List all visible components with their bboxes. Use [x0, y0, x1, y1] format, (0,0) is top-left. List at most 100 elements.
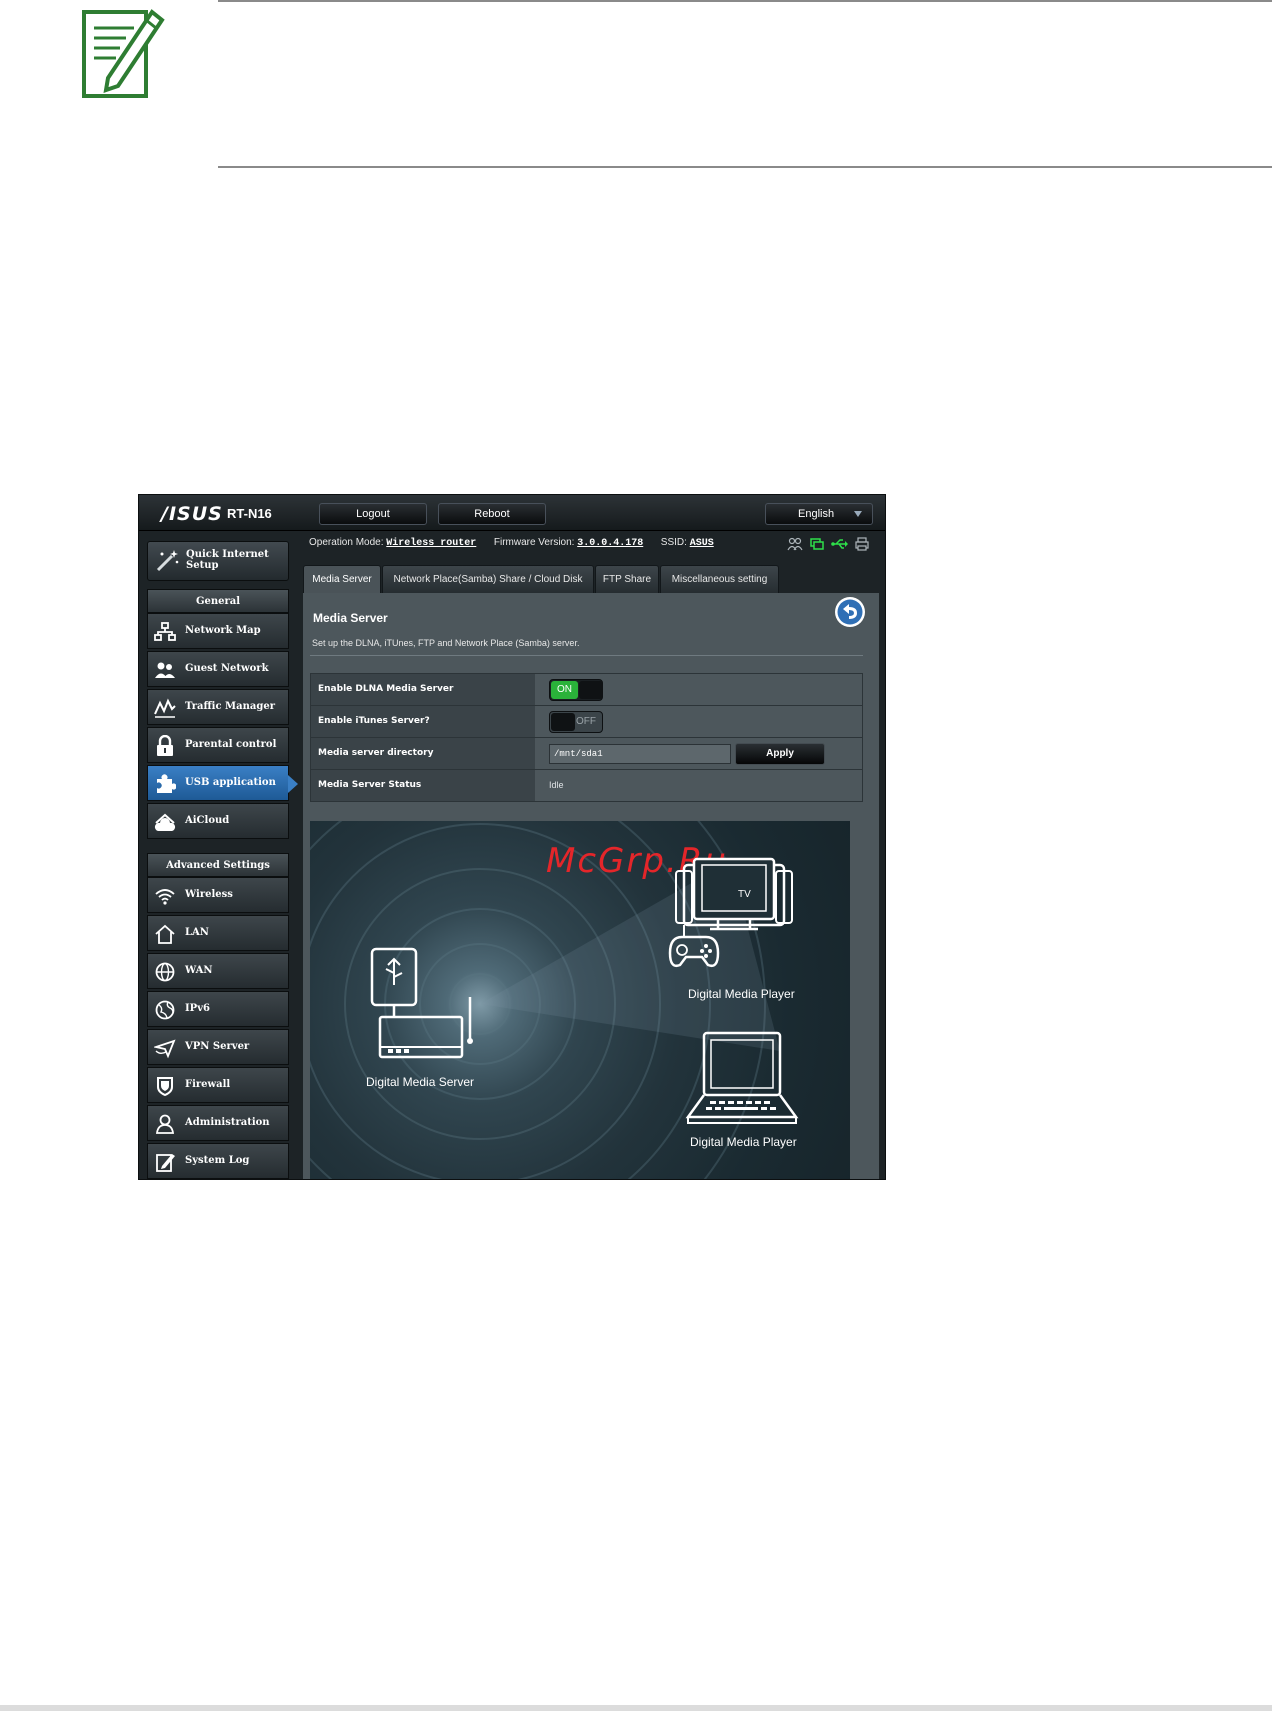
sidebar-item-firewall[interactable]: Firewall: [147, 1067, 289, 1103]
note-pencil-icon: [82, 9, 165, 98]
sidebar-item-label: Parental control: [185, 739, 277, 750]
language-select[interactable]: English: [765, 503, 873, 525]
media-directory-label: Media server directory: [311, 738, 535, 769]
tab-network-place-share[interactable]: Network Place(Samba) Share / Cloud Disk: [382, 565, 594, 593]
wifi-icon: [155, 889, 175, 905]
page-footer-bar: [0, 1705, 1272, 1711]
sidebar-item-label: Wireless: [185, 889, 233, 900]
table-row: Media Server Status Idle: [310, 769, 863, 802]
toggle-on-label: ON: [551, 681, 578, 699]
sidebar-item-wireless[interactable]: Wireless: [147, 877, 289, 913]
sidebar-item-vpn-server[interactable]: VPN Server: [147, 1029, 289, 1065]
chevron-down-icon: [854, 511, 862, 517]
dlna-toggle[interactable]: ON: [549, 679, 603, 701]
sidebar-item-label: Administration: [185, 1117, 270, 1128]
sidebar-item-label: Network Map: [185, 625, 261, 636]
sidebar-item-network-map[interactable]: Network Map: [147, 613, 289, 649]
asus-logo: /ISUS: [161, 503, 223, 525]
back-arrow-icon[interactable]: [834, 596, 866, 628]
sidebar-item-label: AiCloud: [185, 815, 230, 826]
puzzle-icon: [157, 774, 176, 793]
top-rule: [218, 0, 1272, 2]
sidebar-item-label: Traffic Manager: [185, 701, 275, 712]
bottom-rule: [218, 166, 1272, 168]
ssid-link[interactable]: ASUS: [690, 538, 714, 549]
sidebar-item-label: VPN Server: [185, 1041, 250, 1052]
tab-ftp-share[interactable]: FTP Share: [595, 565, 659, 593]
usb-drive-router-icon: [370, 947, 473, 1059]
toggle-off-label: OFF: [576, 716, 596, 727]
sidebar-item-label: LAN: [185, 927, 209, 938]
sidebar-item-guest-network[interactable]: Guest Network: [147, 651, 289, 687]
printer-icon[interactable]: [855, 537, 869, 551]
table-row: Enable iTunes Server? OFF: [310, 705, 863, 738]
home-icon: [155, 924, 175, 944]
quick-internet-setup-label: Quick Internet Setup: [186, 549, 269, 571]
media-server-caption: Digital Media Server: [366, 1075, 475, 1089]
sidebar-item-label: System Log: [185, 1155, 250, 1166]
sidebar-item-lan[interactable]: LAN: [147, 915, 289, 951]
operation-mode-link[interactable]: Wireless router: [386, 538, 476, 549]
media-directory-input[interactable]: /mnt/sda1: [549, 744, 731, 764]
sidebar-item-aicloud[interactable]: AiCloud: [147, 803, 289, 839]
operation-mode-label: Operation Mode:: [309, 537, 384, 548]
media-server-status-value: Idle: [549, 780, 564, 790]
model-name: RT-N16: [227, 506, 272, 521]
media-server-status-label: Media Server Status: [311, 770, 535, 801]
vpn-icon: [154, 1039, 176, 1059]
general-header: General: [147, 589, 289, 613]
traffic-manager-icon: [154, 698, 176, 718]
laptop-icon: [685, 1031, 799, 1124]
sidebar-item-label: Firewall: [185, 1079, 231, 1090]
tab-media-server[interactable]: Media Server: [303, 565, 381, 593]
sidebar-item-system-log[interactable]: System Log: [147, 1143, 289, 1179]
user-icon: [155, 1114, 175, 1134]
sidebar-item-label: Guest Network: [185, 663, 269, 674]
shield-icon: [157, 1077, 173, 1097]
sidebar-item-label: USB application: [185, 777, 276, 788]
internet-status-icon[interactable]: [809, 537, 825, 551]
tv-label: TV: [738, 889, 751, 900]
page-title: Media Server: [313, 611, 388, 625]
logout-button[interactable]: Logout: [319, 503, 427, 525]
top-bar: /ISUS RT-N16 Logout Reboot English: [139, 495, 885, 531]
media-player-caption-2: Digital Media Player: [690, 1135, 797, 1149]
reboot-button[interactable]: Reboot: [438, 503, 546, 525]
sidebar-item-usb-application[interactable]: USB application: [147, 765, 298, 801]
network-map-icon: [154, 622, 176, 641]
sidebar-item-traffic-manager[interactable]: Traffic Manager: [147, 689, 289, 725]
dlna-label: Enable DLNA Media Server: [311, 674, 535, 705]
status-line: Operation Mode: Wireless router Firmware…: [309, 537, 714, 551]
toggle-knob: [579, 681, 603, 699]
quick-internet-setup-button[interactable]: Quick Internet Setup: [147, 541, 289, 581]
dlna-illustration: McGrp.Ru Digital Media Server TV Digital…: [310, 821, 850, 1179]
sidebar-item-wan[interactable]: WAN: [147, 953, 289, 989]
tab-miscellaneous-setting[interactable]: Miscellaneous setting: [660, 565, 779, 593]
status-icons: [787, 537, 877, 551]
firmware-label: Firmware Version:: [493, 537, 575, 548]
clients-icon[interactable]: [787, 537, 803, 551]
sidebar-item-administration[interactable]: Administration: [147, 1105, 289, 1141]
divider: [310, 655, 863, 656]
guest-network-icon: [155, 662, 175, 678]
page-description: Set up the DLNA, iTUnes, FTP and Network…: [312, 638, 580, 648]
apply-button[interactable]: Apply: [735, 743, 825, 765]
lock-icon: [157, 735, 173, 756]
globe-v6-icon: [155, 1000, 175, 1020]
log-icon: [156, 1154, 175, 1172]
sidebar-item-parental-control[interactable]: Parental control: [147, 727, 289, 763]
magic-wand-icon: [156, 550, 179, 572]
router-web-ui: /ISUS RT-N16 Logout Reboot English Quick…: [138, 494, 886, 1180]
table-row: Media server directory /mnt/sda1 Apply: [310, 737, 863, 770]
language-value: English: [798, 508, 835, 520]
firmware-link[interactable]: 3.0.0.4.178: [577, 538, 643, 549]
sidebar-item-ipv6[interactable]: IPv6: [147, 991, 289, 1027]
itunes-label: Enable iTunes Server?: [311, 706, 535, 737]
sidebar-item-label: IPv6: [185, 1003, 210, 1014]
advanced-settings-header: Advanced Settings: [147, 853, 289, 877]
itunes-toggle[interactable]: OFF: [549, 711, 603, 733]
ssid-label: SSID:: [660, 537, 687, 548]
globe-icon: [155, 962, 175, 982]
media-player-caption-1: Digital Media Player: [688, 987, 795, 1001]
usb-icon[interactable]: [831, 537, 849, 551]
